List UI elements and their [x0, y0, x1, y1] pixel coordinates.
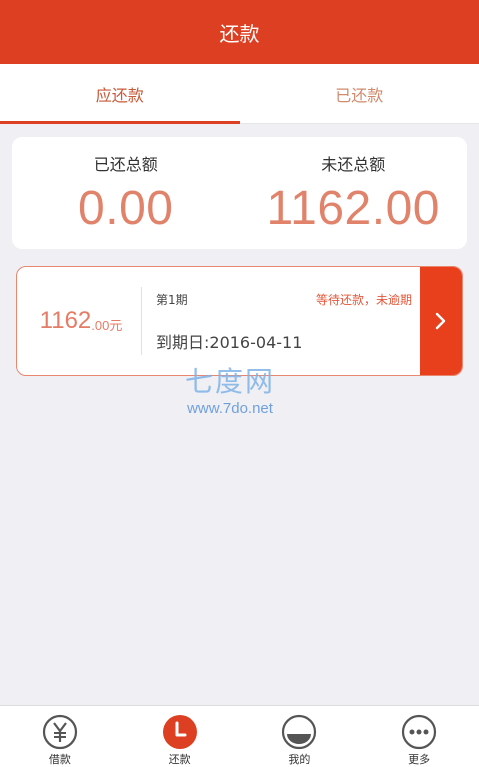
paid-total: 已还总额 0.00 — [12, 137, 240, 249]
tab-due[interactable]: 应还款 — [0, 64, 240, 124]
bill-amount-int: 1162 — [39, 307, 92, 334]
tab-paid[interactable]: 已还款 — [240, 64, 479, 123]
bill-due-date: 到期日:2016-04-11 — [156, 333, 303, 352]
bill-amount-dec: .00元 — [91, 317, 123, 333]
chevron-right-icon — [435, 312, 446, 330]
unpaid-total-label: 未还总额 — [321, 155, 386, 174]
clock-icon — [162, 715, 197, 749]
unpaid-total: 未还总额 1162.00 — [240, 137, 468, 249]
bill-period: 第1期 — [156, 293, 188, 307]
unpaid-total-value: 1162.00 — [266, 182, 440, 235]
nav-repay[interactable]: 还款 — [120, 706, 240, 767]
summary-card: 已还总额 0.00 未还总额 1162.00 — [12, 137, 467, 249]
bill-status: 等待还款，未逾期 — [315, 293, 412, 307]
nav-more-label: 更多 — [408, 753, 431, 766]
nav-mine-label: 我的 — [288, 753, 311, 766]
tab-paid-label: 已还款 — [335, 85, 384, 105]
watermark: 七度网 www.7do.net — [185, 360, 275, 417]
nav-repay-label: 还款 — [168, 753, 191, 766]
yen-icon — [42, 714, 77, 750]
more-icon — [402, 714, 437, 750]
watermark-text: 七度网 — [185, 365, 276, 398]
watermark-url: www.7do.net — [187, 400, 273, 417]
tab-bar-top: 应还款 已还款 — [0, 64, 479, 124]
bill-detail-button[interactable] — [420, 267, 462, 375]
paid-total-value: 0.00 — [78, 182, 174, 235]
page-title: 还款 — [219, 21, 260, 46]
paid-total-label: 已还总额 — [93, 155, 158, 174]
bottom-nav: 借款 还款 我的 更多 — [0, 705, 479, 767]
nav-borrow-label: 借款 — [48, 753, 71, 766]
nav-borrow[interactable]: 借款 — [0, 706, 120, 767]
bill-amount: 1162.00元 — [17, 267, 141, 375]
bill-info: 第1期 等待还款，未逾期 到期日:2016-04-11 — [142, 267, 420, 375]
nav-mine[interactable]: 我的 — [240, 706, 360, 767]
app-header: 还款 — [0, 0, 479, 64]
nav-more[interactable]: 更多 — [359, 706, 479, 767]
tab-due-label: 应还款 — [95, 85, 144, 105]
profile-icon — [282, 714, 317, 750]
